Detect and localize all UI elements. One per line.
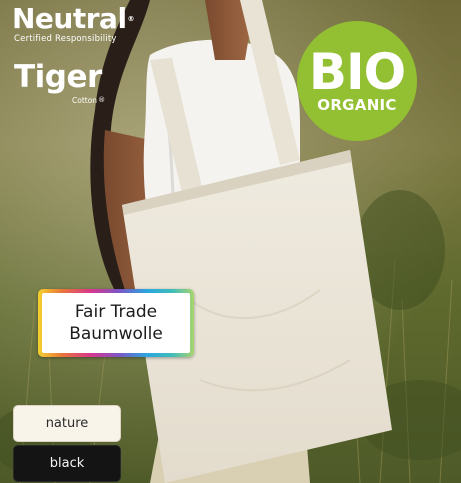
bio-badge-subtitle: ORGANIC: [317, 96, 397, 114]
bio-badge-title: BIO: [308, 43, 406, 101]
product-image: Neutral® Certified Responsibility Tiger …: [0, 0, 461, 483]
bio-organic-badge: BIO ORGANIC: [297, 21, 417, 141]
neutral-logo: Neutral® Certified Responsibility: [12, 2, 135, 44]
tiger-cotton-logo: Tiger Cotton®: [14, 59, 105, 105]
color-option-label: nature: [45, 416, 89, 431]
fair-trade-badge: Fair Trade Baumwolle: [38, 289, 194, 357]
neutral-tagline: Certified Responsibility: [14, 34, 117, 44]
tiger-registered-mark: ®: [98, 96, 106, 104]
tiger-logo-text: Tiger: [14, 59, 102, 95]
fair-trade-badge-line2: Baumwolle: [69, 324, 163, 344]
color-option-label: black: [49, 456, 85, 471]
tiger-logo-subtext: Cotton: [72, 96, 98, 105]
neutral-registered-mark: ®: [127, 15, 135, 23]
color-option-nature[interactable]: nature: [13, 405, 121, 442]
color-option-black[interactable]: black: [13, 445, 121, 482]
neutral-logo-text: Neutral: [12, 2, 127, 35]
fair-trade-badge-line1: Fair Trade: [74, 302, 158, 322]
